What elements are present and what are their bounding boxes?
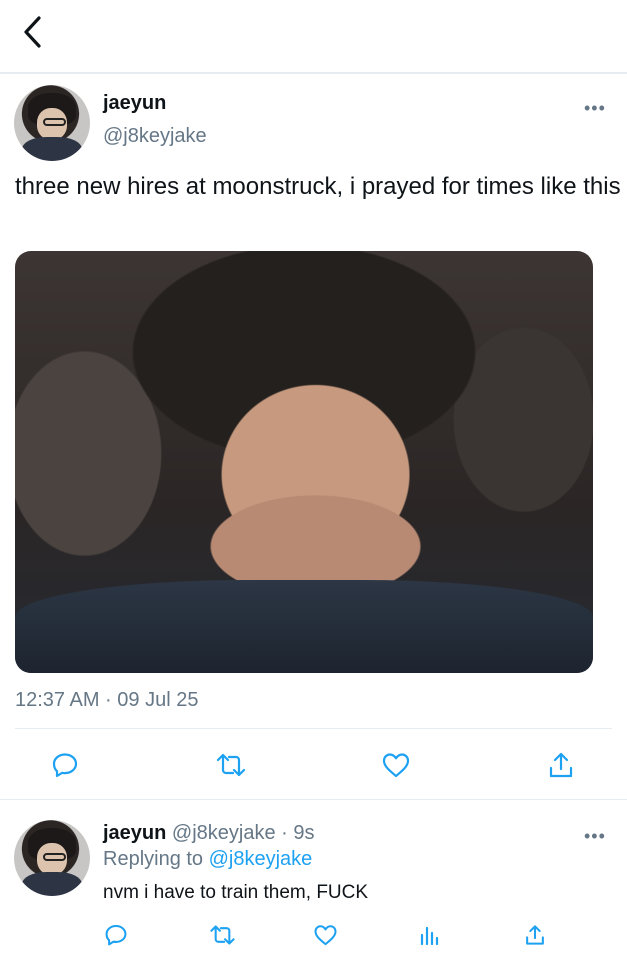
- replying-to-line: Replying to @j8keyjake: [103, 848, 312, 871]
- reply-analytics-button[interactable]: [415, 920, 445, 950]
- tweet-image[interactable]: [15, 251, 593, 673]
- replying-to-handle-link[interactable]: @j8keyjake: [209, 848, 313, 870]
- reply-share-button[interactable]: [520, 920, 550, 950]
- share-icon: [526, 925, 544, 945]
- more-options-icon[interactable]: •••: [584, 98, 606, 119]
- tweet-text: three new hires at moonstruck, i prayed …: [15, 173, 621, 200]
- reply-button[interactable]: [47, 747, 83, 783]
- tweet-timestamp[interactable]: 12:37 AM · 09 Jul 25: [15, 689, 198, 712]
- reply-like-button[interactable]: [310, 920, 340, 950]
- reply-author-avatar[interactable]: [14, 820, 90, 896]
- reply-author-name[interactable]: jaeyun: [103, 822, 166, 844]
- like-button[interactable]: [378, 747, 414, 783]
- author-avatar[interactable]: [14, 85, 90, 161]
- reply-more-options-icon[interactable]: •••: [584, 826, 606, 847]
- retweet-icon: [216, 753, 246, 777]
- back-button[interactable]: [14, 14, 50, 50]
- share-button[interactable]: [543, 747, 579, 783]
- chevron-left-icon: [24, 16, 41, 48]
- reply-divider: [0, 799, 627, 800]
- retweet-icon: [209, 925, 235, 945]
- analytics-icon: [420, 926, 439, 946]
- heart-icon: [382, 753, 410, 778]
- reply-author-handle[interactable]: @j8keyjake: [172, 822, 276, 844]
- author-handle[interactable]: @j8keyjake: [103, 125, 207, 148]
- reply-retweet-button[interactable]: [205, 920, 239, 950]
- reply-text: nvm i have to train them, FUCK: [103, 882, 369, 903]
- author-name[interactable]: jaeyun: [103, 92, 166, 115]
- share-icon: [549, 752, 573, 778]
- heart-icon: [314, 925, 336, 946]
- reply-time: · 9s: [281, 822, 315, 844]
- reply-header: jaeyun @j8keyjake · 9s: [103, 822, 315, 845]
- comment-icon: [105, 924, 127, 946]
- reply-reply-button[interactable]: [101, 920, 131, 950]
- header-divider: [0, 72, 627, 74]
- comment-icon: [52, 753, 78, 778]
- retweet-button[interactable]: [211, 747, 251, 783]
- meta-divider: [15, 728, 612, 729]
- top-bar: [0, 0, 627, 72]
- replying-to-label: Replying to: [103, 848, 204, 870]
